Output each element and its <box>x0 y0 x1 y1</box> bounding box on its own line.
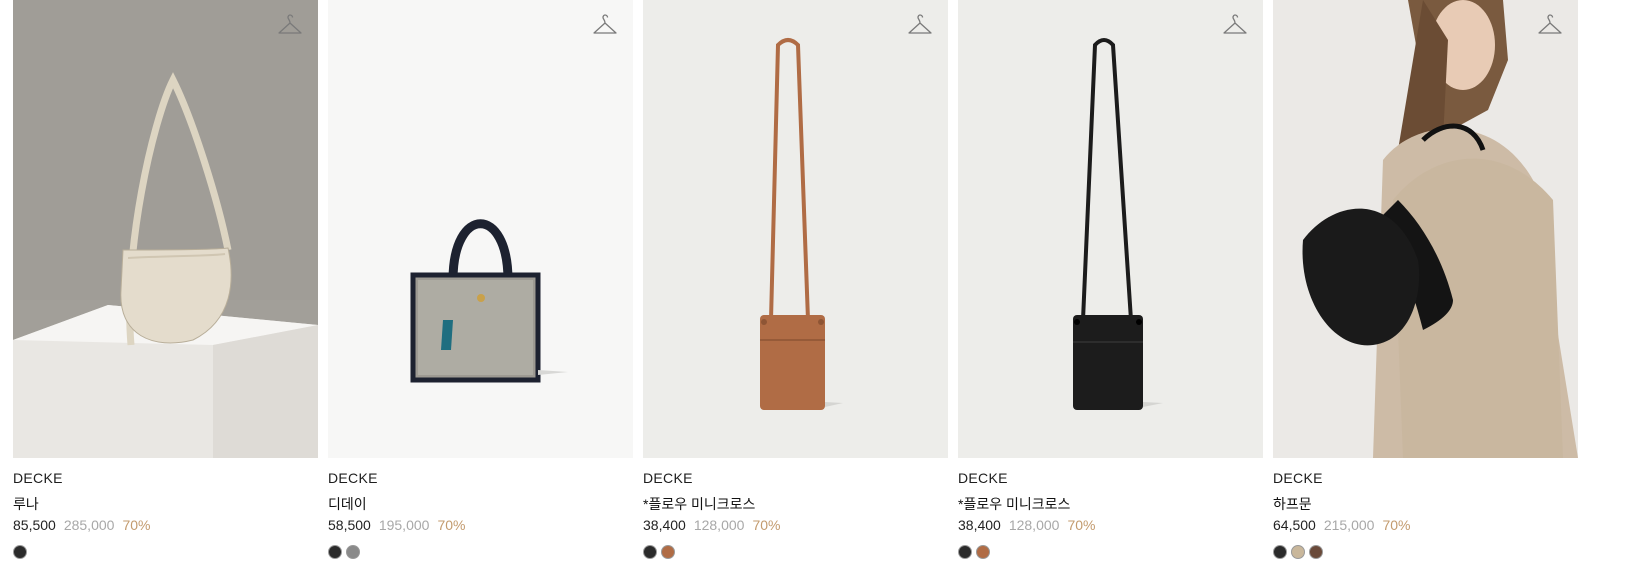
original-price: 128,000 <box>1008 517 1060 533</box>
discount-rate: 70% <box>1067 517 1096 533</box>
product-name[interactable]: 디데이 <box>328 494 367 514</box>
discount-rate: 70% <box>122 517 151 533</box>
color-swatch[interactable] <box>958 545 972 559</box>
sale-price: 38,400 <box>958 517 1001 533</box>
product-brand: DECKE <box>13 470 63 486</box>
product-card[interactable]: DECKE *플로우 미니크로스 38,400 128,000 70% <box>958 0 1263 559</box>
color-swatch[interactable] <box>1309 545 1323 559</box>
hanger-icon[interactable] <box>1222 14 1248 40</box>
product-grid: DECKE 루나 85,500 285,000 70% DECKE 디데이 58… <box>13 0 1631 559</box>
original-price: 128,000 <box>693 517 745 533</box>
original-price: 195,000 <box>378 517 430 533</box>
product-price: 58,500 195,000 70% <box>328 517 465 533</box>
sale-price: 58,500 <box>328 517 371 533</box>
product-name[interactable]: 하프문 <box>1273 494 1312 514</box>
discount-rate: 70% <box>437 517 466 533</box>
product-brand: DECKE <box>958 470 1008 486</box>
product-card[interactable]: DECKE 루나 85,500 285,000 70% <box>13 0 318 559</box>
product-image[interactable] <box>1273 0 1578 458</box>
hanger-icon[interactable] <box>277 14 303 40</box>
product-brand: DECKE <box>643 470 693 486</box>
discount-rate: 70% <box>752 517 781 533</box>
product-name[interactable]: *플로우 미니크로스 <box>958 494 1070 514</box>
product-card[interactable]: DECKE 디데이 58,500 195,000 70% <box>328 0 633 559</box>
color-swatch[interactable] <box>976 545 990 559</box>
product-card[interactable]: DECKE *플로우 미니크로스 38,400 128,000 70% <box>643 0 948 559</box>
product-card[interactable]: DECKE 하프문 64,500 215,000 70% <box>1273 0 1578 559</box>
product-brand: DECKE <box>328 470 378 486</box>
color-swatch[interactable] <box>643 545 657 559</box>
product-price: 85,500 285,000 70% <box>13 517 150 533</box>
sale-price: 85,500 <box>13 517 56 533</box>
product-price: 38,400 128,000 70% <box>958 517 1095 533</box>
color-swatch[interactable] <box>661 545 675 559</box>
color-swatch[interactable] <box>13 545 27 559</box>
discount-rate: 70% <box>1382 517 1411 533</box>
product-image[interactable] <box>643 0 948 458</box>
product-name[interactable]: *플로우 미니크로스 <box>643 494 755 514</box>
hanger-icon[interactable] <box>907 14 933 40</box>
hanger-icon[interactable] <box>1537 14 1563 40</box>
color-swatch[interactable] <box>346 545 360 559</box>
color-swatches <box>958 545 994 559</box>
hanger-icon[interactable] <box>592 14 618 40</box>
sale-price: 38,400 <box>643 517 686 533</box>
original-price: 285,000 <box>63 517 115 533</box>
product-price: 64,500 215,000 70% <box>1273 517 1410 533</box>
color-swatches <box>643 545 679 559</box>
color-swatches <box>13 545 31 559</box>
product-image[interactable] <box>328 0 633 458</box>
product-image[interactable] <box>958 0 1263 458</box>
original-price: 215,000 <box>1323 517 1375 533</box>
color-swatch[interactable] <box>1291 545 1305 559</box>
product-name[interactable]: 루나 <box>13 494 39 514</box>
color-swatches <box>1273 545 1327 559</box>
color-swatch[interactable] <box>1273 545 1287 559</box>
product-brand: DECKE <box>1273 470 1323 486</box>
color-swatches <box>328 545 364 559</box>
product-price: 38,400 128,000 70% <box>643 517 780 533</box>
color-swatch[interactable] <box>328 545 342 559</box>
product-image[interactable] <box>13 0 318 458</box>
sale-price: 64,500 <box>1273 517 1316 533</box>
